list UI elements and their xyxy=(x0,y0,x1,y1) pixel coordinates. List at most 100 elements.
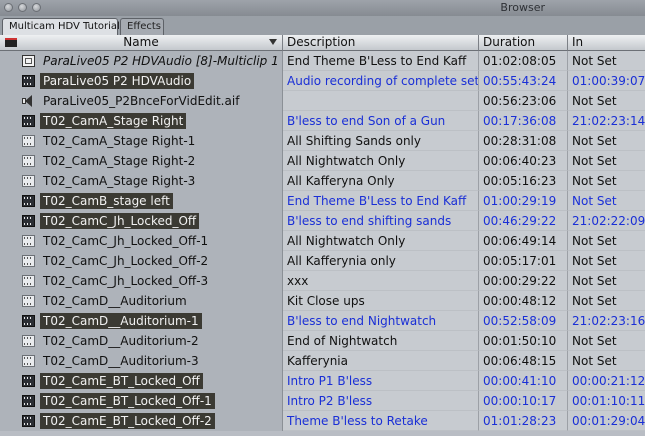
name-cell[interactable]: T02_CamD__Auditorium-3 xyxy=(0,351,283,371)
duration-cell[interactable]: 01:00:29:19 xyxy=(479,191,568,211)
duration-cell[interactable]: 00:55:43:24 xyxy=(479,71,568,91)
window-title-bar[interactable]: Browser xyxy=(0,0,645,17)
duration-cell[interactable]: 00:28:31:08 xyxy=(479,131,568,151)
in-point-cell[interactable]: Not Set xyxy=(568,151,645,171)
in-point-cell[interactable]: Not Set xyxy=(568,251,645,271)
description-cell[interactable]: All Kafferynia only xyxy=(283,251,479,271)
table-row[interactable]: T02_CamD__Auditorium-2 End of Nightwatch 0… xyxy=(0,331,645,351)
table-row[interactable]: ParaLive05_P2BnceForVidEdit.aif 00:56:23:… xyxy=(0,91,645,111)
in-point-cell[interactable]: Not Set xyxy=(568,91,645,111)
description-cell[interactable]: Intro P1 B'less xyxy=(283,371,479,391)
in-point-cell[interactable]: 21:02:23:14 xyxy=(568,111,645,131)
description-cell[interactable]: B'less to end Son of a Gun xyxy=(283,111,479,131)
name-cell[interactable]: T02_CamC_Jh_Locked_Off-3 xyxy=(0,271,283,291)
table-row[interactable]: T02_CamE_BT_Locked_Off Intro P1 B'less 00:… xyxy=(0,371,645,391)
in-point-cell[interactable]: Not Set xyxy=(568,331,645,351)
description-cell[interactable]: Audio recording of complete set xyxy=(283,71,479,91)
tab-effects[interactable]: Effects xyxy=(120,18,164,35)
table-row[interactable]: ParaLive05 P2 HDVAudio Audio recording of… xyxy=(0,71,645,91)
zoom-window-icon[interactable] xyxy=(32,3,41,12)
name-cell[interactable]: T02_CamD__Auditorium xyxy=(0,291,283,311)
name-cell[interactable]: T02_CamA_Stage Right-2 xyxy=(0,151,283,171)
description-cell[interactable]: End of Nightwatch xyxy=(283,331,479,351)
table-row[interactable]: T02_CamE_BT_Locked_Off-1 Intro P2 B'less 0… xyxy=(0,391,645,411)
name-cell[interactable]: T02_CamA_Stage Right-1 xyxy=(0,131,283,151)
name-cell[interactable]: T02_CamE_BT_Locked_Off xyxy=(0,371,283,391)
in-point-cell[interactable]: Not Set xyxy=(568,271,645,291)
description-cell[interactable]: All Shifting Sands only xyxy=(283,131,479,151)
table-row[interactable]: T02_CamA_Stage Right-1 All Shifting Sands… xyxy=(0,131,645,151)
description-cell[interactable]: Kafferynia xyxy=(283,351,479,371)
in-point-cell[interactable]: Not Set xyxy=(568,291,645,311)
duration-cell[interactable]: 00:01:50:10 xyxy=(479,331,568,351)
name-cell[interactable]: T02_CamA_Stage Right xyxy=(0,111,283,131)
name-cell[interactable]: T02_CamC_Jh_Locked_Off xyxy=(0,211,283,231)
name-cell[interactable]: T02_CamD__Auditorium-2 xyxy=(0,331,283,351)
duration-cell[interactable]: 00:17:36:08 xyxy=(479,111,568,131)
duration-cell[interactable]: 00:00:10:17 xyxy=(479,391,568,411)
duration-cell[interactable]: 01:02:08:05 xyxy=(479,51,568,71)
name-cell[interactable]: T02_CamC_Jh_Locked_Off-1 xyxy=(0,231,283,251)
description-cell[interactable]: Intro P2 B'less xyxy=(283,391,479,411)
table-row[interactable]: T02_CamD__Auditorium-3 Kafferynia 00:06:48… xyxy=(0,351,645,371)
name-cell[interactable]: T02_CamC_Jh_Locked_Off-2 xyxy=(0,251,283,271)
duration-cell[interactable]: 00:06:48:15 xyxy=(479,351,568,371)
name-cell[interactable]: ParaLive05 P2 HDVAudio [8]-Multiclip 1 xyxy=(0,51,283,71)
table-row[interactable]: T02_CamB_stage left End Theme B'Less to E… xyxy=(0,191,645,211)
table-row[interactable]: T02_CamA_Stage Right-3 All Kafferyna Only… xyxy=(0,171,645,191)
duration-cell[interactable]: 00:00:41:10 xyxy=(479,371,568,391)
in-point-cell[interactable]: 01:00:39:07 xyxy=(568,71,645,91)
in-point-cell[interactable]: 21:02:23:16 xyxy=(568,311,645,331)
minimize-window-icon[interactable] xyxy=(18,3,27,12)
description-cell[interactable]: End Theme B'Less to End Kaff xyxy=(283,191,479,211)
name-cell[interactable]: T02_CamA_Stage Right-3 xyxy=(0,171,283,191)
table-row[interactable]: T02_CamE_BT_Locked_Off-2 Theme B'less to … xyxy=(0,411,645,431)
table-row[interactable]: T02_CamC_Jh_Locked_Off B'less to end shif… xyxy=(0,211,645,231)
table-row[interactable]: T02_CamA_Stage Right-2 All Nightwatch Onl… xyxy=(0,151,645,171)
in-point-cell[interactable]: 00:01:10:11 xyxy=(568,391,645,411)
column-header-in[interactable]: In xyxy=(568,35,645,51)
column-header-description[interactable]: Description xyxy=(283,35,479,51)
description-cell[interactable]: All Nightwatch Only xyxy=(283,151,479,171)
table-row[interactable]: T02_CamC_Jh_Locked_Off-3 xxx 00:00:29:22 No… xyxy=(0,271,645,291)
description-cell[interactable]: Kit Close ups xyxy=(283,291,479,311)
description-cell[interactable]: All Nightwatch Only xyxy=(283,231,479,251)
in-point-cell[interactable]: Not Set xyxy=(568,231,645,251)
in-point-cell[interactable]: Not Set xyxy=(568,351,645,371)
table-row[interactable]: T02_CamD__Auditorium Kit Close ups 00:00:4… xyxy=(0,291,645,311)
description-cell[interactable]: All Kafferyna Only xyxy=(283,171,479,191)
duration-cell[interactable]: 00:06:49:14 xyxy=(479,231,568,251)
in-point-cell[interactable]: 00:00:21:12 xyxy=(568,371,645,391)
description-cell[interactable]: End Theme B'Less to End Kaff xyxy=(283,51,479,71)
in-point-cell[interactable]: 21:02:22:09 xyxy=(568,211,645,231)
in-point-cell[interactable]: 00:01:29:04 xyxy=(568,411,645,431)
name-cell[interactable]: T02_CamE_BT_Locked_Off-2 xyxy=(0,411,283,431)
table-row[interactable]: T02_CamD__Auditorium-1 B'less to end Nigh… xyxy=(0,311,645,331)
close-window-icon[interactable] xyxy=(4,3,13,12)
table-row[interactable]: T02_CamA_Stage Right B'less to end Son of… xyxy=(0,111,645,131)
description-cell[interactable]: B'less to end shifting sands xyxy=(283,211,479,231)
duration-cell[interactable]: 00:56:23:06 xyxy=(479,91,568,111)
table-row[interactable]: T02_CamC_Jh_Locked_Off-1 All Nightwatch O… xyxy=(0,231,645,251)
table-row[interactable]: ParaLive05 P2 HDVAudio [8]-Multiclip 1 En… xyxy=(0,51,645,71)
name-cell[interactable]: T02_CamB_stage left xyxy=(0,191,283,211)
column-header-duration[interactable]: Duration xyxy=(479,35,568,51)
description-cell[interactable]: B'less to end Nightwatch xyxy=(283,311,479,331)
table-row[interactable]: T02_CamC_Jh_Locked_Off-2 All Kafferynia o… xyxy=(0,251,645,271)
name-cell[interactable]: ParaLive05_P2BnceForVidEdit.aif xyxy=(0,91,283,111)
name-cell[interactable]: ParaLive05 P2 HDVAudio xyxy=(0,71,283,91)
in-point-cell[interactable]: Not Set xyxy=(568,171,645,191)
description-cell[interactable]: Theme B'less to Retake xyxy=(283,411,479,431)
in-point-cell[interactable]: Not Set xyxy=(568,51,645,71)
duration-cell[interactable]: 00:05:16:23 xyxy=(479,171,568,191)
duration-cell[interactable]: 00:06:40:23 xyxy=(479,151,568,171)
in-point-cell[interactable]: Not Set xyxy=(568,131,645,151)
description-cell[interactable] xyxy=(283,91,479,111)
in-point-cell[interactable]: Not Set xyxy=(568,191,645,211)
sort-descending-icon[interactable] xyxy=(269,39,277,45)
duration-cell[interactable]: 01:01:28:23 xyxy=(479,411,568,431)
description-cell[interactable]: xxx xyxy=(283,271,479,291)
duration-cell[interactable]: 00:00:48:12 xyxy=(479,291,568,311)
name-cell[interactable]: T02_CamE_BT_Locked_Off-1 xyxy=(0,391,283,411)
duration-cell[interactable]: 00:46:29:22 xyxy=(479,211,568,231)
